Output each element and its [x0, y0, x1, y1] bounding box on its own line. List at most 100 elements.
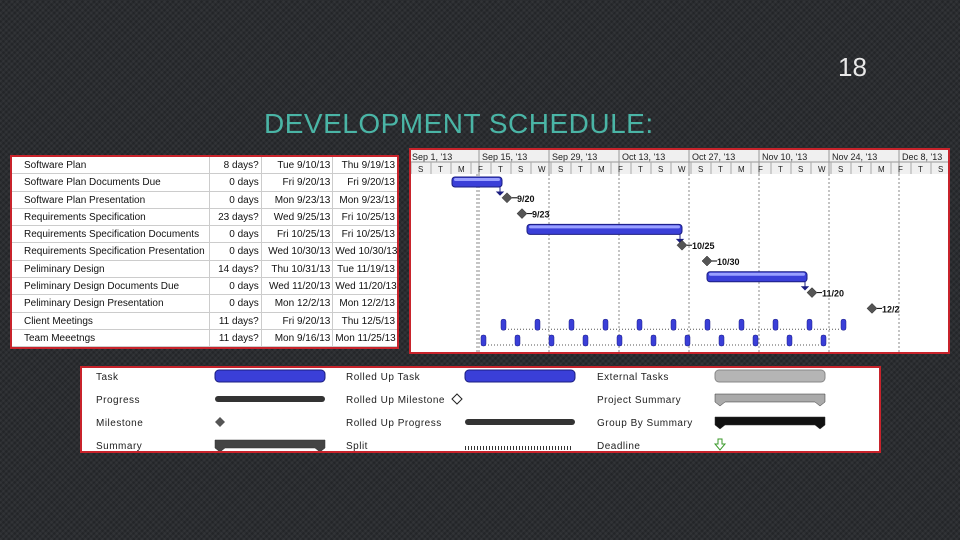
cell-duration: 11 days? [208, 312, 261, 329]
legend-label: Deadline [597, 441, 641, 452]
legend: Task Progress Milestone Summary Rolled Up Ta… [80, 366, 881, 453]
period-label: Nov 24, '13 [832, 152, 877, 162]
meeting-bar [806, 318, 813, 331]
meeting-bar [534, 318, 541, 331]
cell-finish: Thu 9/19/13 [332, 157, 397, 174]
day-label: S [658, 165, 663, 174]
milestone-date-label: 9/20 [517, 194, 535, 204]
task-bar-highlight [454, 178, 500, 181]
table-row[interactable]: Requirements Specification Presentation 0… [12, 243, 397, 261]
day-label: T [438, 165, 443, 174]
cell-start: Wed 11/20/13 [260, 278, 333, 295]
cell-duration: 0 days [208, 278, 261, 295]
progress-symbol-icon [215, 396, 325, 402]
meeting-bar [670, 318, 677, 331]
cell-finish: Wed 10/30/13 [332, 243, 397, 260]
milestone-icon [501, 192, 513, 204]
legend-label: Task [96, 372, 119, 383]
day-label: S [418, 165, 423, 174]
cell-name: Software Plan Documents Due [24, 177, 161, 189]
day-label: S [838, 165, 843, 174]
day-label: T [718, 165, 723, 174]
meeting-bar [704, 318, 711, 331]
progress-symbol-icon [465, 419, 575, 425]
slide-number: 18 [838, 52, 867, 82]
milestone-icon [866, 303, 878, 314]
legend-label: Group By Summary [597, 418, 693, 429]
legend-label: Rolled Up Milestone [346, 395, 445, 406]
table-row[interactable]: Team Meeetngs 11 days? Mon 9/16/13 Mon 11/2… [12, 329, 397, 348]
day-label: W [678, 165, 686, 174]
milestone-icon [806, 287, 818, 298]
day-label: T [578, 165, 583, 174]
day-label: M [738, 165, 745, 174]
day-label: M [458, 165, 465, 174]
cell-start: Fri 10/25/13 [260, 226, 333, 243]
table-row[interactable]: Client Meetings 11 days? Fri 9/20/13 Thu 12… [12, 312, 397, 330]
day-label: S [798, 165, 803, 174]
meeting-bar [840, 318, 847, 331]
table-row[interactable]: Software Plan 8 days? Tue 9/10/13 Thu 9/19/… [12, 157, 397, 175]
milestone-symbol-icon [215, 417, 225, 427]
period-label: Sep 15, '13 [482, 152, 527, 162]
cell-start: Mon 12/2/13 [260, 295, 333, 312]
cell-start: Mon 9/16/13 [260, 329, 333, 347]
milestone-date-label: 10/25 [692, 241, 715, 251]
meeting-bar [786, 334, 793, 347]
meeting-bar [616, 334, 623, 347]
meeting-bar [548, 334, 555, 347]
cell-start: Mon 9/23/13 [260, 191, 333, 208]
legend-label: Progress [96, 395, 141, 406]
day-label: W [538, 165, 546, 174]
day-label: T [858, 165, 863, 174]
cell-name: Software Plan [24, 160, 87, 171]
meeting-bar [500, 318, 507, 331]
cell-finish: Mon 11/25/13 [332, 329, 397, 347]
legend-label: Project Summary [597, 395, 682, 406]
day-label: F [898, 165, 903, 174]
period-label: Dec 8, '13 [902, 152, 942, 162]
meeting-bar [772, 318, 779, 331]
table-row[interactable]: Software Plan Documents Due 0 days Fri 9/2… [12, 174, 397, 192]
table-row[interactable]: Peliminary Design Presentation 0 days Mon … [12, 295, 397, 313]
meeting-bar [650, 334, 657, 347]
meeting-bar [684, 334, 691, 347]
meeting-bar [568, 318, 575, 331]
dependency-arrow-icon [495, 187, 505, 196]
milestone-date-label: 10/30 [717, 257, 740, 267]
cell-name: Peliminary Design [24, 263, 105, 275]
gantt-chart: Sep 1, '13 Sep 15, '13 Sep 29, '13 Oct 13, … [409, 148, 950, 354]
cell-start: Fri 9/20/13 [260, 312, 333, 329]
table-row[interactable]: Peliminary Design 14 days? Thu 10/31/13 Tue… [12, 260, 397, 279]
task-table: Software Plan 8 days? Tue 9/10/13 Thu 9/19/… [10, 155, 399, 349]
day-label: T [498, 165, 503, 174]
day-label: S [698, 165, 703, 174]
page-title: DEVELOPMENT SCHEDULE: [264, 108, 654, 139]
cell-duration: 0 days [208, 243, 261, 260]
milestone-date-label: 11/20 [822, 289, 844, 299]
cell-finish: Mon 9/23/13 [332, 191, 397, 208]
cell-finish: Fri 10/25/13 [332, 208, 397, 226]
table-row[interactable]: Software Plan Presentation 0 days Mon 9/23… [12, 191, 397, 209]
meeting-bar [582, 334, 589, 347]
cell-start: Thu 10/31/13 [260, 260, 333, 278]
cell-name: Requirements Specification Documents [24, 229, 200, 241]
day-label: T [638, 165, 643, 174]
task-bar-highlight [709, 272, 805, 276]
cell-duration: 11 days? [208, 329, 261, 347]
cell-start: Tue 9/10/13 [260, 157, 333, 174]
day-label: S [518, 165, 523, 174]
cell-duration: 0 days [208, 174, 261, 191]
table-row[interactable]: Requirements Specification Documents 0 da… [12, 226, 397, 244]
cell-name: Software Plan Presentation [24, 194, 146, 206]
legend-label: Rolled Up Task [346, 372, 421, 383]
meeting-bar [514, 334, 521, 347]
period-label: Sep 29, '13 [552, 152, 597, 162]
table-row[interactable]: Requirements Specification 23 days? Wed 9/… [12, 208, 397, 227]
meeting-bar [480, 334, 487, 347]
rolled-up-milestone-icon [451, 393, 463, 405]
cell-start: Wed 9/25/13 [260, 208, 333, 226]
meeting-bar [752, 334, 759, 347]
table-row[interactable]: Peliminary Design Documents Due 0 days Wed… [12, 278, 397, 296]
meeting-bar [636, 318, 643, 331]
